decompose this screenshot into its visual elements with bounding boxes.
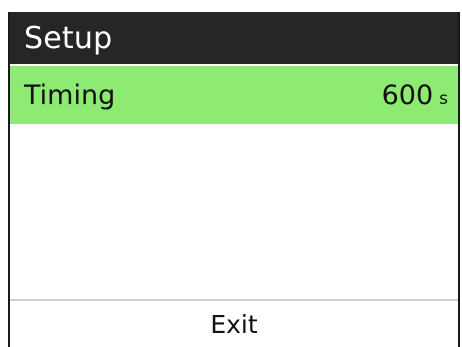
page-title: Setup [24,20,113,56]
menu-item-unit: s [439,88,448,109]
exit-button[interactable]: Exit [210,310,257,339]
setup-screen: Setup Timing 600 s Exit [8,12,460,347]
menu-item-timing[interactable]: Timing 600 s [10,66,458,124]
title-bar: Setup [10,12,458,64]
menu-item-value: 600 [381,79,434,111]
menu-item-value-group: 600 s [382,80,448,111]
menu-item-label: Timing [24,79,116,111]
footer-bar: Exit [10,299,458,347]
